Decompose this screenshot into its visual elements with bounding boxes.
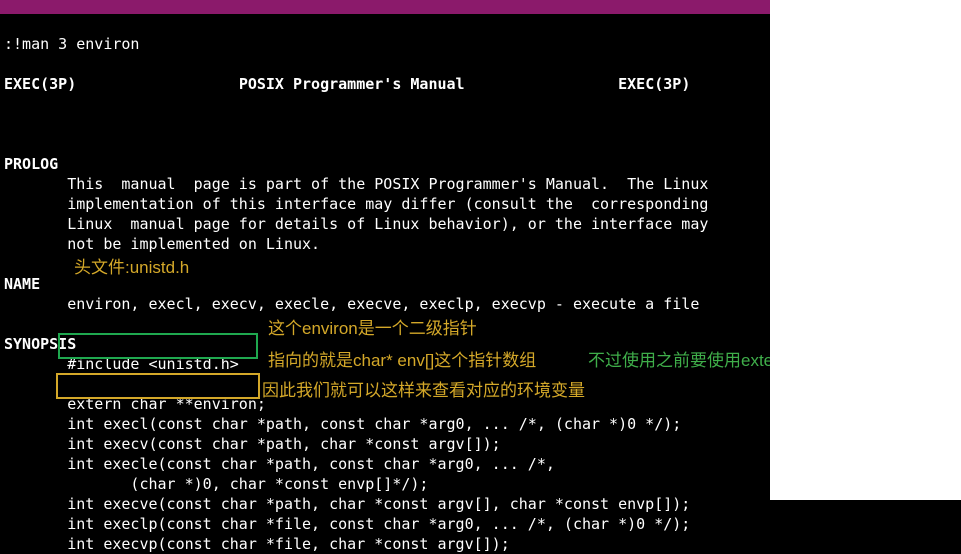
name-line: environ, execl, execv, execle, execve, e… [4, 295, 699, 313]
man-header-center: POSIX Programmer's Manual [239, 75, 465, 93]
man-header-left: EXEC(3P) [4, 75, 76, 93]
synopsis-fn: int execv(const char *path, char *const … [4, 435, 501, 453]
prolog-line: Linux manual page for details of Linux b… [4, 215, 708, 233]
synopsis-fn: (char *)0, char *const envp[]*/); [4, 475, 428, 493]
synopsis-fn: int execve(const char *path, char *const… [4, 495, 690, 513]
annotation-header-file: 头文件:unistd.h [74, 253, 189, 278]
page-margin [770, 0, 961, 500]
section-name: NAME [4, 275, 40, 293]
synopsis-fn: int execlp(const char *file, const char … [4, 515, 690, 533]
highlight-box-include [58, 333, 258, 359]
annotation-therefore: 因此我们就可以这样来查看对应的环境变量 [262, 376, 585, 401]
vim-command-line: :!man 3 environ [4, 35, 139, 53]
terminal-viewport[interactable]: :!man 3 environ EXEC(3P) POSIX Programme… [0, 14, 770, 554]
annotation-points-to: 指向的就是char* env[]这个指针数组 [268, 346, 536, 371]
synopsis-fn: int execle(const char *path, const char … [4, 455, 555, 473]
synopsis-fn: int execvp(const char *file, char *const… [4, 535, 510, 553]
window-titlebar [0, 0, 770, 14]
man-header-right: EXEC(3P) [618, 75, 690, 93]
section-prolog: PROLOG [4, 155, 58, 173]
synopsis-fn: int execl(const char *path, const char *… [4, 415, 681, 433]
highlight-box-extern [56, 373, 260, 399]
prolog-line: implementation of this interface may dif… [4, 195, 708, 213]
prolog-line: This manual page is part of the POSIX Pr… [4, 175, 708, 193]
prolog-line: not be implemented on Linux. [4, 235, 320, 253]
annotation-pointer-level: 这个environ是一个二级指针 [268, 314, 477, 339]
